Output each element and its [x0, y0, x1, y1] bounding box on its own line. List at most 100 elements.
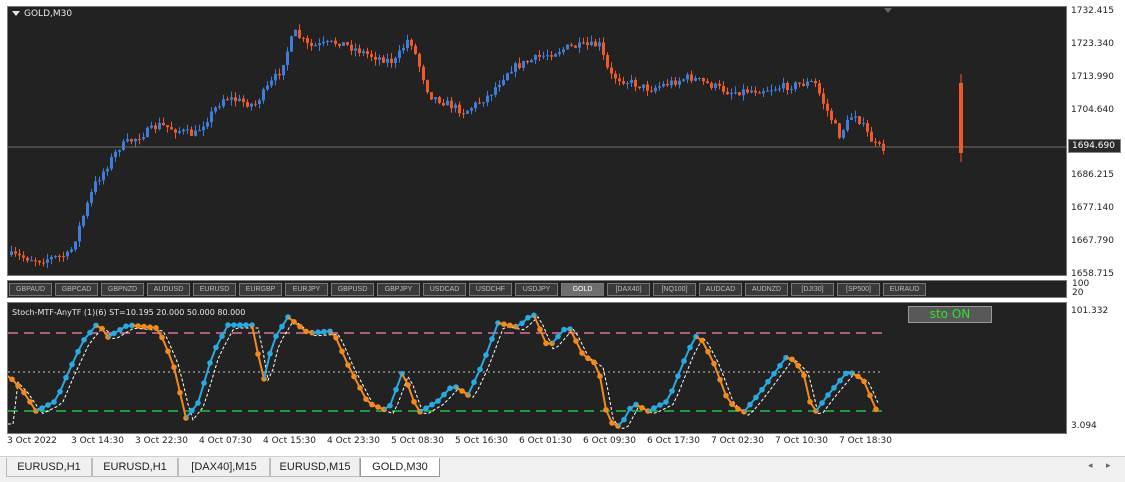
candle-body [406, 40, 409, 48]
tab-scroll-right-icon[interactable]: ▸ [1106, 461, 1111, 471]
symbol-button-audusd[interactable]: AUDUSD [147, 283, 190, 296]
candle-body [350, 45, 353, 51]
candle-body [170, 127, 173, 129]
symbol-button-usdcad[interactable]: USDCAD [423, 283, 466, 296]
candle-body [662, 84, 665, 86]
candle-body [310, 43, 313, 46]
candle-body [206, 122, 209, 126]
candle-body [546, 55, 549, 56]
candle-body [86, 203, 89, 216]
stochastic-main-segment [252, 325, 258, 354]
candle-body [402, 48, 405, 50]
tab-eurusd-m15[interactable]: EURUSD,M15 [270, 458, 360, 477]
candle-body [202, 127, 205, 131]
candle-body [214, 108, 217, 112]
candle-body [34, 260, 37, 261]
symbol-button-eurjpy[interactable]: EURJPY [285, 283, 328, 296]
candle-body [46, 259, 49, 262]
time-tick: 4 Oct 23:30 [327, 436, 380, 446]
time-tick: 6 Oct 17:30 [647, 436, 700, 446]
symbol-button-eurgbp[interactable]: EURGBP [239, 283, 282, 296]
candle-body [266, 85, 269, 89]
candle-body [182, 130, 185, 132]
candle-body [642, 84, 645, 88]
candle-body [846, 120, 849, 130]
candle-body [782, 83, 785, 88]
symbol-button-dax40[interactable]: [DAX40] [607, 283, 650, 296]
candle-body [690, 75, 693, 81]
candle-body [578, 42, 581, 47]
candle-body [394, 58, 397, 63]
candle-body [146, 128, 149, 137]
candle-body [506, 73, 509, 80]
candle-body [106, 169, 109, 172]
candle-body [378, 57, 381, 59]
candle-body [194, 131, 197, 136]
tab-scroll-left-icon[interactable]: ◂ [1088, 461, 1093, 471]
candle-body [198, 130, 201, 131]
symbol-button-gold[interactable]: GOLD [561, 283, 604, 296]
symbol-button-sp500[interactable]: [SP500] [837, 283, 880, 296]
candle-body [286, 51, 289, 65]
time-tick: 6 Oct 01:30 [519, 436, 572, 446]
candle-body [262, 89, 265, 100]
candle-body [566, 45, 569, 50]
symbol-button-audnzd[interactable]: AUDNZD [745, 283, 788, 296]
tab-gold-m30[interactable]: GOLD,M30 [360, 458, 440, 477]
candle-body [458, 105, 461, 114]
candle-body [222, 99, 225, 106]
candle-body [498, 85, 501, 87]
symbol-button-usdjpy[interactable]: USDJPY [515, 283, 558, 296]
candle-body [66, 252, 69, 257]
time-tick: 5 Oct 08:30 [391, 436, 444, 446]
sto-toggle-button[interactable]: sto ON [908, 306, 992, 323]
candle-body [762, 91, 765, 93]
candle-body [794, 83, 797, 90]
candle-body [18, 254, 21, 256]
symbol-button-gbpjpy[interactable]: GBPJPY [377, 283, 420, 296]
candle-body [822, 94, 825, 104]
symbol-button-gbpaud[interactable]: GBPAUD [9, 283, 52, 296]
candle-body [274, 74, 277, 81]
candle-body [630, 80, 633, 83]
candle-body [534, 55, 537, 60]
price-tick: 1732.415 [1071, 6, 1114, 16]
candle-body [326, 41, 329, 42]
dropdown-triangle-icon[interactable] [12, 11, 20, 16]
symbol-button-euraud[interactable]: EURAUD [883, 283, 926, 296]
candle-body [362, 51, 365, 53]
candle-body [242, 99, 245, 102]
candle-body [210, 111, 213, 122]
tab-eurusd-h1-2[interactable]: EURUSD,H1 [92, 458, 178, 477]
candle-body [850, 118, 853, 120]
symbol-button-nq100[interactable]: [NQ100] [653, 283, 696, 296]
candle-body [446, 101, 449, 106]
candle-body [810, 81, 813, 82]
candlestick-chart[interactable] [8, 7, 1067, 276]
symbol-button-gbpusd[interactable]: GBPUSD [331, 283, 374, 296]
candle-body [166, 125, 169, 127]
candle-body [602, 42, 605, 55]
price-chart-panel[interactable]: GOLD,M30 [7, 6, 1067, 276]
time-tick: 4 Oct 15:30 [263, 436, 316, 446]
stochastic-main-segment [258, 354, 264, 379]
candle-body [650, 91, 653, 92]
symbol-button-gbpnzd[interactable]: GBPNZD [101, 283, 144, 296]
symbol-button-eurusd[interactable]: EURUSD [193, 283, 236, 296]
candle-body [574, 46, 577, 48]
symbol-button-usdchf[interactable]: USDCHF [469, 283, 512, 296]
candle-body [694, 78, 697, 81]
stochastic-main-segment [600, 376, 606, 410]
tab-dax40-m15[interactable]: [DAX40],M15 [178, 458, 270, 477]
tab-eurusd-h1[interactable]: EURUSD,H1 [6, 458, 92, 477]
price-tick: 1686.215 [1071, 170, 1114, 180]
candle-body [490, 95, 493, 96]
candle-body [790, 89, 793, 90]
symbol-button-dji30[interactable]: [DJI30] [791, 283, 834, 296]
candle-body [94, 181, 97, 192]
candle-body [150, 125, 153, 127]
candle-body [306, 38, 309, 43]
candle-body [118, 150, 121, 152]
symbol-button-gbpcad[interactable]: GBPCAD [55, 283, 98, 296]
symbol-button-audcad[interactable]: AUDCAD [699, 283, 742, 296]
